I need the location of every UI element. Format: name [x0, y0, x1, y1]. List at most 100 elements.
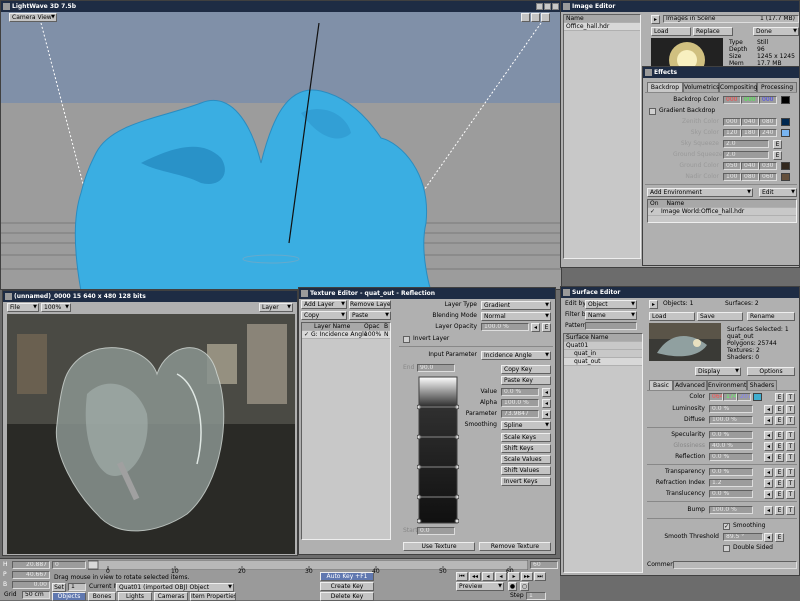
value-stepper[interactable]: ◂	[542, 388, 551, 397]
reflection-stepper[interactable]: ◂	[764, 453, 773, 462]
specularity-stepper[interactable]: ◂	[764, 431, 773, 440]
minimize-icon[interactable]	[536, 3, 543, 10]
image-list[interactable]: Name Office_hall.hdr	[563, 14, 641, 259]
play-icon[interactable]: ▸	[651, 15, 660, 24]
prev-frame-icon[interactable]: ◂	[482, 572, 494, 581]
options-button[interactable]: Options	[747, 367, 795, 376]
environment-list[interactable]: On Name ✓ Image World:Office_hall.hdr	[647, 199, 797, 223]
backdrop-r[interactable]: 000	[723, 96, 741, 104]
invert-keys-button[interactable]: Invert Keys	[501, 477, 551, 486]
zenith-swatch[interactable]	[781, 118, 790, 126]
add-layer-select[interactable]: Add Layer	[301, 300, 347, 309]
refraction-index-field[interactable]: 1.2	[709, 479, 753, 487]
image-load-button[interactable]: Load	[651, 27, 691, 36]
blending-mode-select[interactable]: Normal	[481, 312, 551, 321]
options-icon[interactable]: ○	[520, 582, 529, 591]
transparency-field[interactable]: 0.0 %	[709, 468, 753, 476]
specularity-field[interactable]: 0.0 %	[709, 431, 753, 439]
ground-g[interactable]: 040	[741, 162, 759, 170]
prev-key-icon[interactable]: ◂◂	[469, 572, 481, 581]
transparency-texture[interactable]: T	[786, 468, 795, 477]
list-item[interactable]: Office_hall.hdr	[564, 23, 640, 31]
nadir-r[interactable]: 100	[723, 173, 741, 181]
ground-swatch[interactable]	[781, 162, 790, 170]
color-r[interactable]: 064	[709, 393, 723, 401]
current-frame-field[interactable]: 0	[52, 561, 86, 569]
bump-stepper[interactable]: ◂	[764, 506, 773, 515]
viewport-controls[interactable]	[521, 13, 557, 22]
translucency-field[interactable]: 0.0 %	[709, 490, 753, 498]
environment-edit-select[interactable]: Edit	[759, 188, 797, 197]
copy-key-button[interactable]: Copy Key	[501, 365, 551, 374]
sky-b[interactable]: 240	[759, 129, 777, 137]
zenith-b[interactable]: 080	[759, 118, 777, 126]
zenith-r[interactable]: 000	[723, 118, 741, 126]
layer-copy-select[interactable]: Copy	[301, 311, 347, 320]
surface-rename-button[interactable]: Rename	[747, 312, 795, 321]
shift-values-button[interactable]: Shift Values	[501, 466, 551, 475]
display-select[interactable]: Display	[695, 367, 741, 376]
translucency-stepper[interactable]: ◂	[764, 490, 773, 499]
refraction-envelope[interactable]: E	[775, 479, 784, 488]
bump-envelope[interactable]: E	[775, 506, 784, 515]
gradient-end-field[interactable]: 90.0	[417, 364, 455, 372]
smoothing-checkbox[interactable]: ✓	[723, 523, 730, 530]
bump-field[interactable]: 100.0 %	[709, 506, 753, 514]
sky-r[interactable]: 120	[723, 129, 741, 137]
scale-keys-button[interactable]: Scale Keys	[501, 433, 551, 442]
glossiness-stepper[interactable]: ◂	[764, 442, 773, 451]
reflection-field[interactable]: 0.0 %	[709, 453, 753, 461]
diffuse-envelope[interactable]: E	[775, 416, 784, 425]
current-item-select[interactable]: Quat01 (imported OBJ) Object	[116, 583, 234, 592]
view-type-select[interactable]: Camera View	[9, 13, 57, 22]
texture-layer-list[interactable]: Layer Name Opac B ✓ G: Incidence Angle 100% N	[301, 322, 391, 540]
list-item[interactable]: Quat01	[564, 342, 642, 350]
luminosity-texture[interactable]: T	[786, 405, 795, 414]
alpha-field[interactable]: 100.0 %	[501, 399, 539, 407]
tab-processing[interactable]: Processing	[757, 82, 797, 92]
ground-r[interactable]: 050	[723, 162, 741, 170]
reflection-envelope[interactable]: E	[775, 453, 784, 462]
tab-shaders[interactable]: Shaders	[747, 380, 777, 390]
comment-field[interactable]	[673, 561, 797, 569]
value-field[interactable]: 0.0 %	[501, 388, 539, 396]
next-key-icon[interactable]: ▸▸	[521, 572, 533, 581]
surface-load-button[interactable]: Load	[649, 312, 695, 321]
color-g[interactable]: 174	[723, 393, 737, 401]
layer-paste-select[interactable]: Paste	[349, 311, 391, 320]
luminosity-field[interactable]: 0.0 %	[709, 405, 753, 413]
glossiness-field[interactable]: 40.0 %	[709, 442, 753, 450]
parameter-field[interactable]: 73.9847	[501, 410, 539, 418]
backdrop-swatch[interactable]	[781, 96, 790, 104]
color-texture[interactable]: T	[786, 393, 795, 402]
luminosity-envelope[interactable]: E	[775, 405, 784, 414]
backdrop-g[interactable]: 000	[741, 96, 759, 104]
sky-squeeze-field[interactable]: 2.0	[723, 140, 769, 148]
set-field[interactable]: 1	[68, 583, 86, 591]
shift-keys-button[interactable]: Shift Keys	[501, 444, 551, 453]
smoothing-select[interactable]: Spline	[501, 421, 551, 430]
tab-backdrop[interactable]: Backdrop	[647, 82, 683, 92]
playback-controls[interactable]: ⏮ ◂◂ ◂ ◂ ▸ ▸▸ ⏭	[456, 572, 546, 581]
specularity-envelope[interactable]: E	[775, 431, 784, 440]
pattern-field[interactable]	[585, 322, 637, 330]
color-b[interactable]: 207	[737, 393, 751, 401]
ground-squeeze-field[interactable]: 2.0	[723, 151, 769, 159]
zoom-view-icon[interactable]	[541, 13, 550, 22]
diffuse-stepper[interactable]: ◂	[764, 416, 773, 425]
h-field[interactable]: 20.887	[12, 561, 50, 569]
remove-layer-button[interactable]: Remove Layer	[349, 300, 391, 309]
invert-layer-checkbox[interactable]	[403, 336, 410, 343]
tab-environment[interactable]: Environment	[707, 380, 747, 390]
rotate-view-icon[interactable]	[531, 13, 540, 22]
bump-texture[interactable]: T	[786, 506, 795, 515]
translucency-envelope[interactable]: E	[775, 490, 784, 499]
sky-swatch[interactable]	[781, 129, 790, 137]
surface-save-button[interactable]: Save	[697, 312, 743, 321]
smooth-threshold-envelope[interactable]: E	[775, 533, 784, 542]
play-reverse-icon[interactable]: ◂	[495, 572, 507, 581]
backdrop-b[interactable]: 000	[759, 96, 777, 104]
end-frame-field[interactable]: 60	[530, 561, 558, 569]
gradient-start-field[interactable]: 0.0	[417, 527, 455, 535]
record-icon[interactable]: ●	[508, 582, 517, 591]
